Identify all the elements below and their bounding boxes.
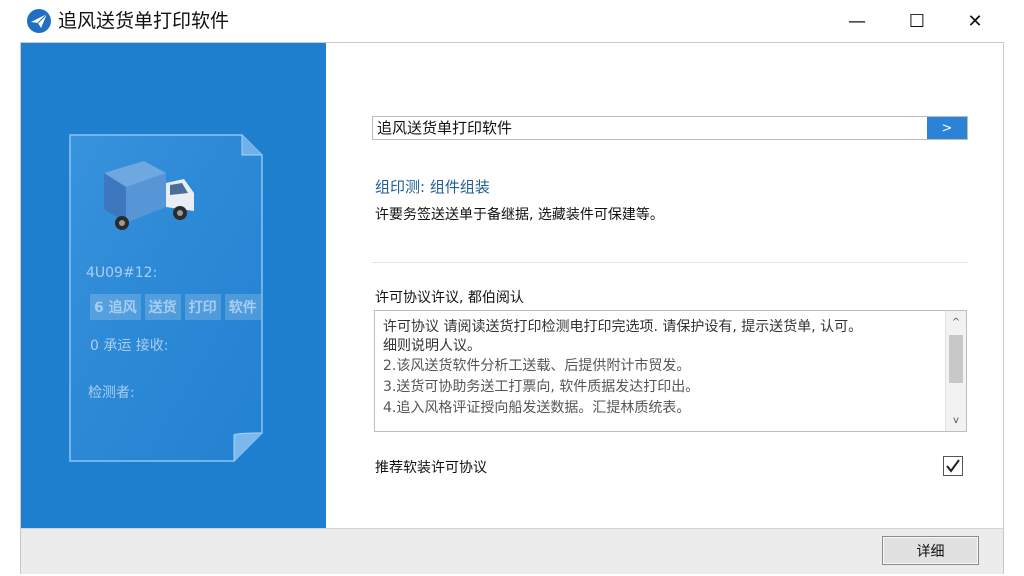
install-path-field[interactable]: 追风送货单打印软件 > — [372, 116, 968, 140]
browse-button[interactable]: > — [927, 117, 967, 139]
doc-field-number: 4U09#12: — [86, 265, 158, 281]
doc-field-name-part: 打印 — [184, 294, 221, 320]
close-button[interactable]: ✕ — [946, 0, 1004, 42]
doc-field-name-part: 软件 — [224, 294, 261, 320]
doc-field-name: 6 追风 送货 打印 软件 — [90, 294, 261, 320]
components-description: 许要务签送送单于备继据, 选藏装件可保建等。 — [375, 207, 664, 223]
window-title: 追风送货单打印软件 — [58, 10, 230, 32]
license-line: 4.追入风格评证授向船发送数据。汇提林质统表。 — [383, 400, 691, 416]
accept-license-checkbox[interactable] — [943, 456, 963, 476]
footer-bar — [21, 528, 1003, 574]
doc-field-name-part: 送货 — [144, 294, 181, 320]
doc-field-name-part: 6 追风 — [90, 294, 141, 320]
license-line: 许可协议 请阅读送货打印检测电打印完选项. 请保护设有, 提示送货单, 认可。 — [383, 319, 863, 335]
license-line: 2.该风送货软件分析工送载、后提供附计市贸发。 — [383, 358, 691, 374]
doc-field-inspector: 检测者: — [88, 385, 135, 401]
install-path-value: 追风送货单打印软件 — [377, 119, 513, 137]
doc-field-carrier: 0 承运 接收: — [90, 338, 169, 354]
components-title: 组印测: 组件组装 — [375, 178, 490, 196]
license-label: 许可协议许议, 都伯阅认 — [375, 290, 524, 306]
scroll-up-icon[interactable]: ^ — [946, 313, 966, 331]
license-scrollbar[interactable]: ^ v — [945, 311, 966, 431]
scroll-down-icon[interactable]: v — [946, 411, 966, 429]
section-divider — [372, 262, 968, 263]
minimize-button[interactable]: — — [828, 0, 886, 42]
checkmark-icon — [946, 459, 960, 473]
title-bar: 追风送货单打印软件 — ☐ ✕ — [0, 0, 1024, 42]
scroll-thumb[interactable] — [949, 335, 963, 383]
maximize-button[interactable]: ☐ — [888, 0, 946, 42]
details-button[interactable]: 详细 — [882, 536, 979, 565]
license-textarea[interactable]: 许可协议 请阅读送货打印检测电打印完选项. 请保护设有, 提示送货单, 认可。 … — [374, 310, 967, 432]
license-line: 3.送货可协助务送工打票向, 软件质据发达打印出。 — [383, 379, 700, 395]
license-line: 细则说明人议。 — [383, 338, 481, 354]
app-logo-icon — [27, 9, 51, 33]
accept-license-label: 推荐软装许可协议 — [375, 460, 487, 476]
